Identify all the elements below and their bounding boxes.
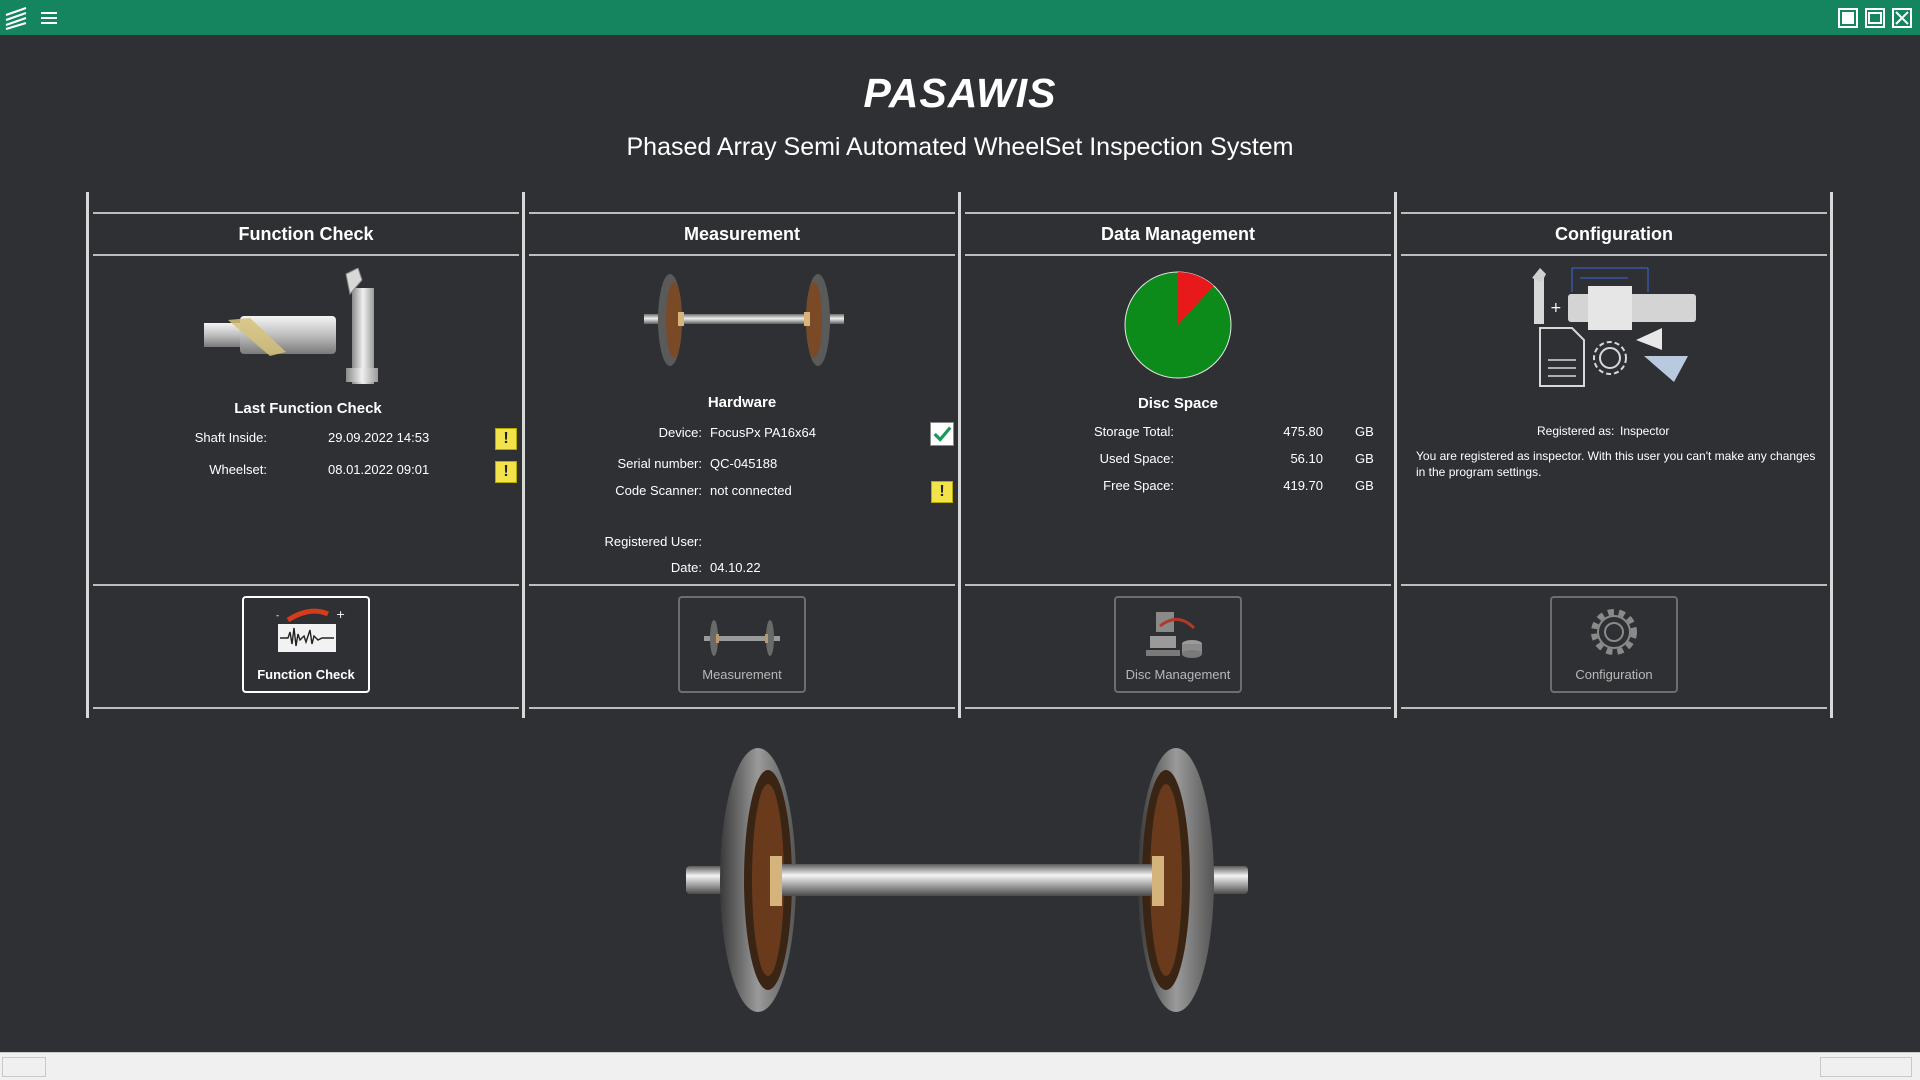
- panel-rule: [1401, 584, 1827, 586]
- status-bar: [0, 1052, 1920, 1080]
- wheelset-illustration-icon: [686, 748, 1248, 1012]
- app-title: PASAWIS: [863, 70, 1057, 116]
- shaft-inside-label: Shaft Inside:: [194, 430, 267, 445]
- panel-rule: [965, 584, 1391, 586]
- date-value: 04.10.22: [710, 560, 761, 575]
- storage-total-unit: GB: [1355, 424, 1374, 439]
- panel-rule: [93, 707, 519, 709]
- inspector-permission-note: You are registered as inspector. With th…: [1416, 449, 1816, 479]
- registered-as-value: Inspector: [1620, 424, 1670, 438]
- date-label: Date:: [670, 560, 702, 575]
- status-segment: [2, 1057, 46, 1077]
- code-scanner-label: Code Scanner:: [615, 483, 702, 498]
- disc-space-label: Disc Space: [1137, 395, 1219, 412]
- hamburger-menu-icon[interactable]: [38, 7, 60, 29]
- panel-divider: [1830, 192, 1833, 718]
- warning-icon: !: [495, 428, 517, 450]
- svg-text:-: -: [276, 611, 279, 621]
- maximize-button[interactable]: [1864, 7, 1886, 29]
- panel-divider: [86, 192, 89, 718]
- hardware-label: Hardware: [707, 394, 777, 411]
- disc-management-button-label: Disc Management: [1125, 667, 1231, 682]
- used-space-value: 56.10: [1290, 451, 1323, 466]
- app-subtitle: Phased Array Semi Automated WheelSet Ins…: [626, 133, 1294, 161]
- shaft-inside-value: 29.09.2022 14:53: [328, 430, 430, 445]
- used-space-label: Used Space:: [1099, 451, 1174, 466]
- gear-icon: [1591, 609, 1637, 655]
- configuration-illustration-icon: +: [1532, 267, 1696, 387]
- data-management-title: Data Management: [1100, 224, 1256, 244]
- panel-rule: [965, 212, 1391, 214]
- configuration-button[interactable]: Configuration: [1550, 596, 1678, 693]
- wheelset-icon: [644, 274, 844, 366]
- minimize-button[interactable]: [1837, 7, 1859, 29]
- shaft-probe-illustration-icon: [204, 268, 378, 384]
- panel-rule: [965, 254, 1391, 256]
- code-scanner-value: not connected: [710, 483, 792, 498]
- disc-management-button[interactable]: Disc Management: [1114, 596, 1242, 693]
- measurement-title: Measurement: [683, 224, 801, 244]
- maximize-icon: [1865, 8, 1885, 28]
- last-function-check-label: Last Function Check: [234, 400, 382, 417]
- panel-rule: [93, 254, 519, 256]
- panel-rule: [965, 707, 1391, 709]
- wheelset-check-label: Wheelset:: [209, 462, 267, 477]
- checkmark-icon: [930, 422, 954, 446]
- device-value: FocusPx PA16x64: [710, 425, 816, 440]
- free-space-value: 419.70: [1283, 478, 1323, 493]
- measurement-button[interactable]: Measurement: [678, 596, 806, 693]
- function-check-button[interactable]: - + Function Check: [242, 596, 370, 693]
- function-check-title: Function Check: [238, 224, 374, 244]
- panel-divider: [1394, 192, 1397, 718]
- serial-number-value: QC-045188: [710, 456, 778, 471]
- panel-rule: [529, 212, 955, 214]
- disc-management-icon: [1146, 612, 1202, 658]
- storage-total-label: Storage Total:: [1094, 424, 1174, 439]
- minimize-icon: [1838, 8, 1858, 28]
- serial-number-label: Serial number:: [617, 456, 702, 471]
- disc-space-pie-chart: [1124, 271, 1232, 379]
- warning-icon: !: [931, 481, 953, 503]
- title-bar: [0, 0, 1920, 35]
- panel-rule: [1401, 212, 1827, 214]
- panel-rule: [93, 584, 519, 586]
- svg-text:+: +: [1550, 300, 1562, 316]
- panel-rule: [529, 584, 955, 586]
- free-space-unit: GB: [1355, 478, 1374, 493]
- panel-divider: [958, 192, 961, 718]
- used-space-unit: GB: [1355, 451, 1374, 466]
- panel-rule: [1401, 707, 1827, 709]
- function-check-button-label: Function Check: [257, 667, 355, 682]
- measurement-button-label: Measurement: [702, 667, 782, 682]
- close-button[interactable]: [1891, 7, 1913, 29]
- panel-rule: [529, 707, 955, 709]
- panel-rule: [529, 254, 955, 256]
- status-segment: [1820, 1057, 1912, 1077]
- configuration-button-label: Configuration: [1575, 667, 1653, 682]
- function-check-waveform-icon: - +: [276, 608, 345, 652]
- storage-total-value: 475.80: [1283, 424, 1323, 439]
- registered-as-label: Registered as:: [1537, 424, 1615, 438]
- free-space-label: Free Space:: [1103, 478, 1174, 493]
- svg-text:+: +: [336, 608, 345, 621]
- panel-rule: [93, 212, 519, 214]
- wheelset-check-value: 08.01.2022 09:01: [328, 462, 430, 477]
- pasawis-logo-icon: [4, 5, 30, 31]
- panel-rule: [1401, 254, 1827, 256]
- configuration-title: Configuration: [1555, 224, 1673, 244]
- wheelset-small-icon: [704, 620, 780, 656]
- warning-icon: !: [495, 461, 517, 483]
- panel-divider: [522, 192, 525, 718]
- device-label: Device:: [658, 425, 702, 440]
- registered-user-label: Registered User:: [604, 534, 702, 549]
- close-icon: [1892, 8, 1912, 28]
